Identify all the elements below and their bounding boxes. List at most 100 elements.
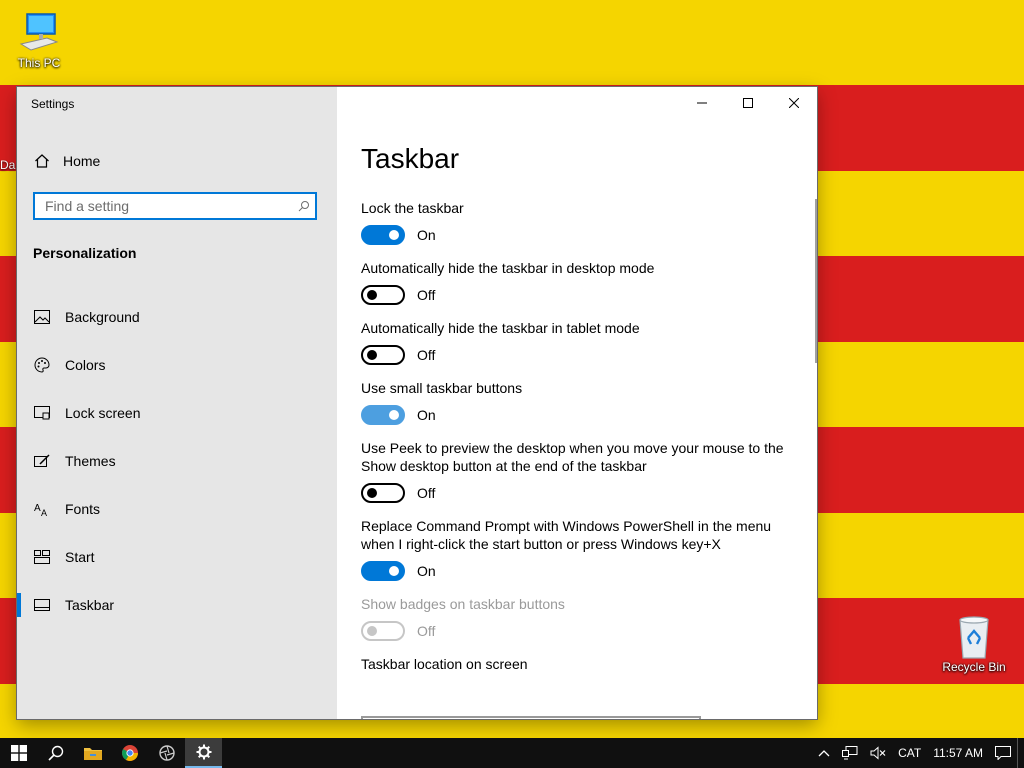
setting-label: Replace Command Prompt with Windows Powe… bbox=[361, 518, 772, 552]
palette-icon bbox=[33, 356, 51, 374]
personalization-nav: Background Colors Lock screen Themes A A… bbox=[17, 293, 337, 629]
clipped-desktop-label: Da bbox=[0, 158, 16, 172]
svg-text:A: A bbox=[41, 508, 47, 517]
close-button[interactable] bbox=[771, 87, 817, 119]
maximize-icon bbox=[743, 98, 753, 108]
gear-icon bbox=[196, 744, 211, 760]
peek-toggle[interactable] bbox=[361, 483, 405, 503]
section-label: Personalization bbox=[33, 245, 137, 261]
setting-peek: Use Peek to preview the desktop when you… bbox=[361, 439, 791, 503]
settings-window: Settings Home Personalization Background bbox=[17, 87, 817, 719]
sidebar-item-background[interactable]: Background bbox=[17, 293, 337, 341]
clock[interactable]: 11:57 AM bbox=[927, 738, 989, 768]
search-taskbar-button[interactable] bbox=[37, 738, 74, 768]
start-button[interactable] bbox=[0, 738, 37, 768]
this-pc-desktop-icon[interactable]: This PC bbox=[3, 10, 75, 70]
taskbar-settings-list: Lock the taskbar On Automatically hide t… bbox=[361, 199, 791, 687]
taskbar-location-dropdown[interactable] bbox=[361, 716, 701, 719]
sidebar-item-label: Lock screen bbox=[65, 405, 141, 421]
toggle-state: On bbox=[417, 407, 436, 423]
toggle-state: On bbox=[417, 563, 436, 579]
toggle-state: Off bbox=[417, 623, 436, 639]
toggle-state: Off bbox=[417, 485, 436, 501]
setting-label: Show badges on taskbar buttons bbox=[361, 596, 565, 612]
toggle-state: Off bbox=[417, 287, 436, 303]
recycle-bin-label: Recycle Bin bbox=[942, 660, 1006, 674]
close-icon bbox=[789, 98, 799, 108]
setting-small-buttons: Use small taskbar buttons On bbox=[361, 379, 791, 425]
setting-label: Use small taskbar buttons bbox=[361, 380, 523, 396]
sidebar-item-taskbar[interactable]: Taskbar bbox=[17, 581, 337, 629]
network-button[interactable] bbox=[836, 738, 864, 768]
sidebar-item-label: Start bbox=[65, 549, 95, 565]
sidebar-item-label: Colors bbox=[65, 357, 106, 373]
setting-label: Automatically hide the taskbar in deskto… bbox=[361, 260, 655, 276]
show-desktop-button[interactable] bbox=[1017, 738, 1024, 768]
language-indicator[interactable]: CAT bbox=[892, 738, 927, 768]
file-explorer-button[interactable] bbox=[74, 738, 111, 768]
notification-icon bbox=[995, 746, 1011, 760]
app-button[interactable] bbox=[148, 738, 185, 768]
taskbar-icon bbox=[33, 596, 51, 614]
setting-label: Taskbar location on screen bbox=[361, 656, 528, 672]
setting-location: Taskbar location on screen bbox=[361, 655, 791, 673]
magnifier-icon bbox=[47, 745, 63, 761]
setting-autohide-desktop: Automatically hide the taskbar in deskto… bbox=[361, 259, 791, 305]
search-icon[interactable] bbox=[293, 200, 315, 212]
sidebar-item-lock-screen[interactable]: Lock screen bbox=[17, 389, 337, 437]
system-tray: CAT 11:57 AM bbox=[812, 738, 1024, 768]
sidebar-item-themes[interactable]: Themes bbox=[17, 437, 337, 485]
home-label: Home bbox=[63, 153, 101, 169]
lock-screen-icon bbox=[33, 404, 51, 422]
small-buttons-toggle[interactable] bbox=[361, 405, 405, 425]
powershell-toggle[interactable] bbox=[361, 561, 405, 581]
sidebar-item-label: Taskbar bbox=[65, 597, 115, 613]
folder-icon bbox=[83, 748, 102, 760]
recycle-bin-icon bbox=[952, 614, 996, 659]
brush-icon bbox=[33, 452, 51, 470]
font-icon: AA bbox=[33, 500, 51, 518]
settings-content: Taskbar Lock the taskbar On Automaticall… bbox=[337, 87, 817, 719]
window-title: Settings bbox=[31, 97, 75, 111]
settings-sidebar: Settings Home Personalization Background bbox=[17, 87, 337, 719]
toggle-state: Off bbox=[417, 347, 436, 363]
windows-logo-icon bbox=[10, 745, 27, 761]
search-box[interactable] bbox=[33, 192, 317, 220]
sidebar-item-fonts[interactable]: AA Fonts bbox=[17, 485, 337, 533]
setting-label: Lock the taskbar bbox=[361, 200, 464, 216]
sidebar-item-start[interactable]: Start bbox=[17, 533, 337, 581]
chrome-button[interactable] bbox=[111, 738, 148, 768]
recycle-bin-desktop-icon[interactable]: Recycle Bin bbox=[938, 614, 1010, 674]
computer-icon bbox=[17, 10, 61, 54]
content-scrollbar[interactable] bbox=[815, 199, 817, 363]
show-hidden-icons-button[interactable] bbox=[812, 738, 836, 768]
page-title: Taskbar bbox=[361, 143, 460, 174]
setting-label: Use Peek to preview the desktop when you… bbox=[361, 440, 784, 474]
picture-icon bbox=[33, 308, 51, 326]
home-nav-item[interactable]: Home bbox=[33, 149, 100, 173]
volume-button[interactable] bbox=[864, 738, 892, 768]
sidebar-item-label: Fonts bbox=[65, 501, 101, 517]
search-input[interactable] bbox=[35, 193, 293, 219]
lock-taskbar-toggle[interactable] bbox=[361, 225, 405, 245]
toggle-state: On bbox=[417, 227, 436, 243]
setting-lock-taskbar: Lock the taskbar On bbox=[361, 199, 791, 245]
window-caption-buttons bbox=[679, 87, 817, 119]
setting-powershell: Replace Command Prompt with Windows Powe… bbox=[361, 517, 791, 581]
setting-autohide-tablet: Automatically hide the taskbar in tablet… bbox=[361, 319, 791, 365]
action-center-button[interactable] bbox=[989, 738, 1017, 768]
minimize-button[interactable] bbox=[679, 87, 725, 119]
autohide-desktop-toggle[interactable] bbox=[361, 285, 405, 305]
sidebar-item-colors[interactable]: Colors bbox=[17, 341, 337, 389]
sidebar-item-label: Themes bbox=[65, 453, 116, 469]
svg-text:A: A bbox=[34, 503, 41, 514]
this-pc-label: This PC bbox=[17, 56, 61, 70]
maximize-button[interactable] bbox=[725, 87, 771, 119]
setting-badges: Show badges on taskbar buttons Off bbox=[361, 595, 791, 641]
sidebar-item-label: Background bbox=[65, 309, 140, 325]
start-icon bbox=[33, 548, 51, 566]
settings-taskbar-button[interactable] bbox=[185, 738, 222, 768]
home-icon bbox=[33, 152, 51, 170]
autohide-tablet-toggle[interactable] bbox=[361, 345, 405, 365]
chrome-icon bbox=[121, 745, 138, 761]
